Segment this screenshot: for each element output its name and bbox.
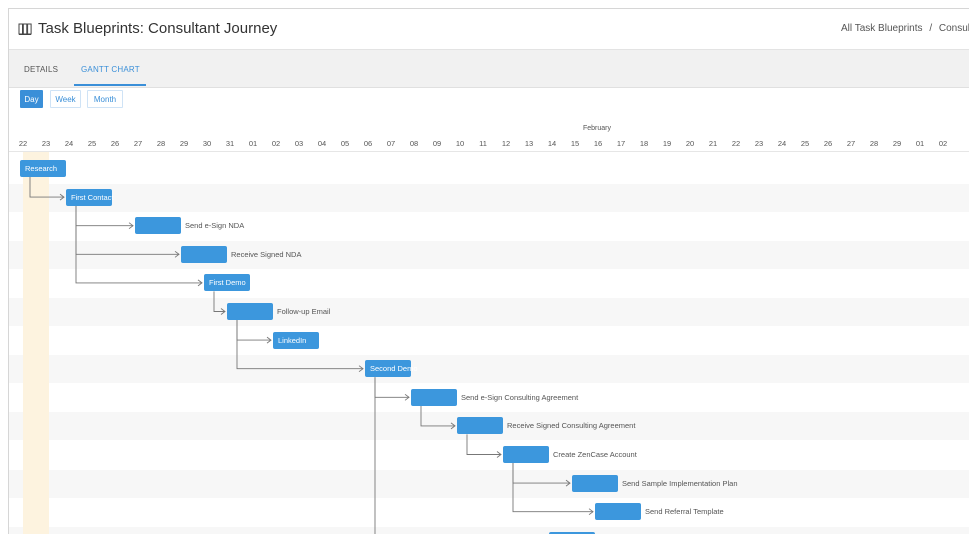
day-label: 28 (156, 139, 166, 148)
page-title: Task Blueprints: Consultant Journey (18, 20, 277, 37)
day-label: 23 (754, 139, 764, 148)
day-label: 13 (524, 139, 534, 148)
day-label: 26 (823, 139, 833, 148)
day-label: 15 (570, 139, 580, 148)
gantt-row (9, 298, 969, 326)
day-label: 30 (202, 139, 212, 148)
day-label: 24 (777, 139, 787, 148)
task-label: Send e-Sign NDA (185, 221, 245, 231)
task-label: Receive Signed Consulting Agreement (507, 421, 636, 431)
task-bar[interactable] (457, 417, 503, 435)
tab-details[interactable]: DETAILS (24, 65, 58, 74)
day-label: 14 (547, 139, 557, 148)
breadcrumb: All Task Blueprints / Consulta (841, 23, 969, 34)
day-label: 28 (869, 139, 879, 148)
day-label: 02 (271, 139, 281, 148)
task-bar[interactable]: Second Demo (365, 360, 418, 378)
task-label: Follow-up Email (277, 307, 331, 316)
day-label: 29 (892, 139, 902, 148)
day-label: 18 (639, 139, 649, 148)
task-label: Send e-Sign Consulting Agreement (461, 392, 579, 402)
task-label: Create ZenCase Account (553, 450, 637, 459)
breadcrumb-separator: / (929, 23, 933, 34)
task-bar[interactable]: First Contact (66, 188, 114, 206)
task-label: Receive Signed NDA (231, 249, 302, 259)
gantt-chart: February 22 23 24 25 26 27 28 29 30 31 01 02 03 04 05 0… (9, 111, 969, 534)
view-month-button[interactable]: Month (87, 90, 123, 108)
gantt-row (9, 498, 969, 526)
day-label: 03 (294, 139, 304, 148)
task-bar[interactable]: LinkedIn (273, 331, 319, 349)
active-tab-indicator (74, 84, 146, 86)
task-bar[interactable] (135, 217, 181, 235)
day-label: 09 (432, 139, 442, 148)
task-label: Send Sample Implementation Plan (622, 478, 738, 488)
day-label: 19 (662, 139, 672, 148)
gantt-row (9, 441, 969, 469)
gantt-row (9, 155, 969, 183)
day-label: 22 (731, 139, 741, 148)
day-label: 23 (41, 139, 51, 148)
task-label: Send Referral Template (645, 507, 724, 517)
task-bar[interactable] (411, 388, 457, 406)
gantt-row (9, 269, 969, 297)
day-label: 24 (64, 139, 74, 148)
view-switcher: Day Week Month (9, 88, 969, 112)
day-label: 07 (386, 139, 396, 148)
gantt-row (9, 355, 969, 384)
page-header: Task Blueprints: Consultant Journey All … (9, 9, 969, 50)
day-label: 08 (409, 139, 419, 148)
gantt-row (9, 183, 969, 212)
task-bar[interactable] (503, 446, 549, 463)
day-label: 01 (248, 139, 258, 148)
day-label: 29 (179, 139, 189, 148)
view-day-button[interactable]: Day (20, 90, 43, 108)
day-label: 25 (800, 139, 810, 148)
timeline-header-divider (9, 151, 969, 152)
task-bar[interactable] (227, 303, 273, 320)
blueprint-icon (18, 23, 32, 35)
day-label: 06 (363, 139, 373, 148)
tab-bar: DETAILS GANTT CHART (9, 50, 969, 88)
today-column-highlight (23, 151, 49, 534)
day-label: 11 (479, 139, 487, 148)
breadcrumb-current: Consulta (938, 23, 969, 34)
app-frame: Task Blueprints: Consultant Journey All … (8, 8, 969, 534)
day-label: 05 (340, 139, 350, 148)
gantt-row (9, 469, 969, 498)
breadcrumb-all-task-blueprints[interactable]: All Task Blueprints (841, 23, 923, 34)
task-bar[interactable] (595, 503, 641, 521)
day-label: 10 (455, 139, 465, 148)
day-label: 20 (685, 139, 695, 148)
task-bar[interactable] (572, 474, 618, 492)
page-title-text: Task Blueprints: Consultant Journey (38, 20, 278, 37)
gantt-row (9, 240, 969, 269)
task-bar[interactable]: First Demo (204, 274, 250, 292)
day-label: 31 (225, 139, 235, 148)
task-bar[interactable]: Research (20, 160, 66, 177)
task-bar[interactable] (181, 245, 227, 263)
day-label: 25 (87, 139, 97, 148)
view-week-button[interactable]: Week (50, 90, 81, 108)
day-label: 27 (133, 139, 143, 148)
day-label: 01 (915, 139, 925, 148)
tab-gantt-chart[interactable]: GANTT CHART (81, 65, 140, 74)
day-label: 26 (110, 139, 120, 148)
day-label: 02 (938, 139, 948, 148)
day-label: 04 (317, 139, 327, 148)
gantt-row (9, 327, 969, 355)
day-label: 17 (616, 139, 626, 148)
day-label: 21 (708, 139, 718, 148)
day-label: 16 (593, 139, 603, 148)
day-label: 27 (846, 139, 856, 148)
day-label: 12 (501, 139, 511, 148)
month-label: February (583, 125, 612, 132)
day-label: 22 (18, 139, 28, 148)
